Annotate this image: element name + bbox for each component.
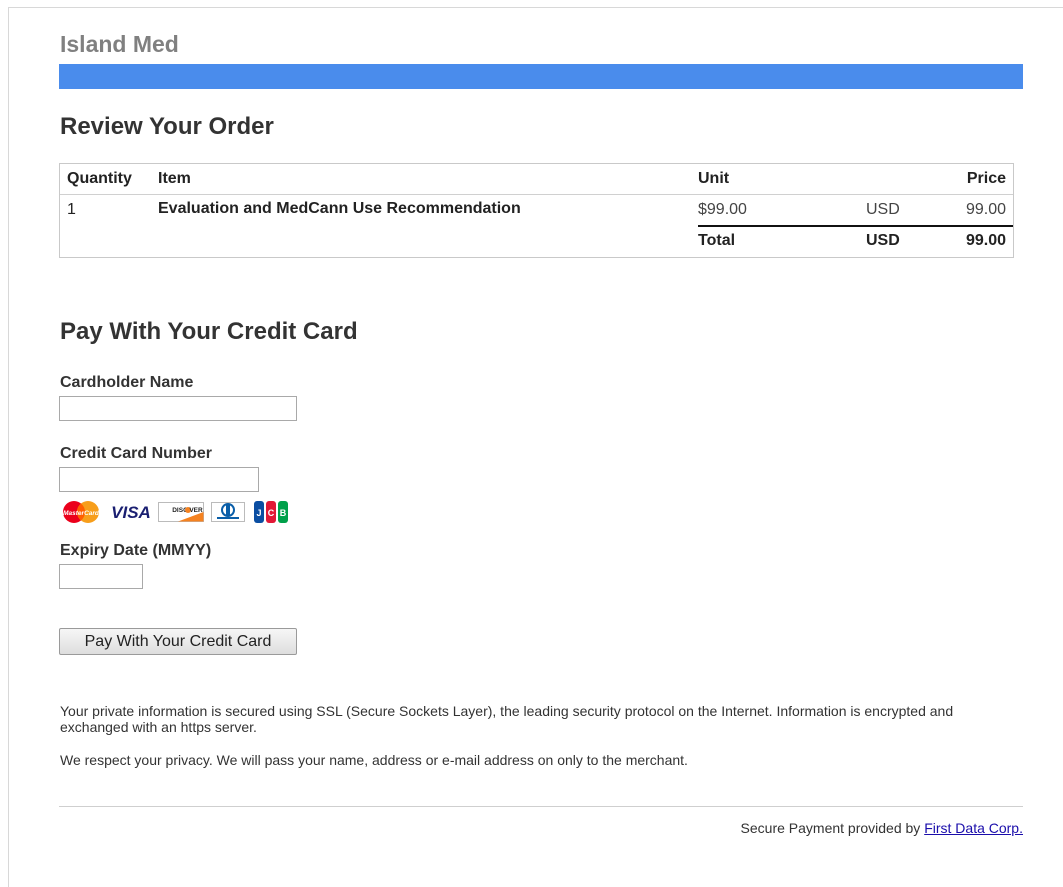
visa-icon: VISA (111, 503, 151, 522)
svg-text:B: B (280, 508, 287, 518)
header-price: Price (966, 170, 1006, 187)
total-label: Total (698, 232, 736, 249)
expiry-date-input[interactable] (59, 564, 143, 589)
svg-text:VISA: VISA (111, 503, 151, 522)
cardholder-name-input[interactable] (59, 396, 297, 421)
diners-club-icon (211, 502, 245, 522)
brand-bar (59, 64, 1023, 89)
security-note: Your private information is secured usin… (60, 703, 954, 735)
header-item: Item (158, 170, 191, 187)
expiry-date-label: Expiry Date (MMYY) (60, 542, 212, 559)
row-currency: USD (866, 201, 900, 218)
svg-text:C: C (268, 508, 275, 518)
header-divider (60, 194, 1013, 195)
pay-with-credit-card-button[interactable]: Pay With Your Credit Card (59, 628, 297, 655)
svg-text:VER: VER (189, 507, 203, 514)
privacy-note: We respect your privacy. We will pass yo… (60, 752, 688, 768)
merchant-name: Island Med (60, 31, 179, 57)
header-quantity: Quantity (67, 170, 132, 187)
order-table: Quantity Item Unit Price 1 Evaluation an… (59, 163, 1014, 258)
footer: Secure Payment provided by First Data Co… (741, 820, 1023, 836)
header-unit: Unit (698, 170, 730, 187)
footer-text: Secure Payment provided by (740, 820, 921, 836)
mastercard-icon: MasterCard (63, 501, 100, 523)
footer-divider (59, 806, 1023, 807)
row-quantity: 1 (67, 201, 76, 218)
first-data-link[interactable]: First Data Corp. (924, 820, 1023, 836)
pay-title: Pay With Your Credit Card (60, 318, 358, 345)
review-order-title: Review Your Order (60, 113, 274, 140)
svg-text:MasterCard: MasterCard (63, 510, 100, 517)
total-amount: 99.00 (965, 232, 1006, 249)
row-unit: $99.00 (698, 201, 747, 218)
svg-text:J: J (256, 508, 261, 518)
row-price: 99.00 (965, 201, 1006, 218)
total-divider (698, 225, 1013, 227)
cardholder-name-label: Cardholder Name (60, 374, 194, 391)
card-number-label: Credit Card Number (60, 445, 213, 462)
discover-icon: DISC VER (158, 502, 204, 522)
row-item: Evaluation and MedCann Use Recommendatio… (158, 200, 521, 217)
jcb-icon: J C B (254, 501, 288, 523)
total-currency: USD (866, 232, 900, 249)
card-number-input[interactable] (59, 467, 259, 492)
